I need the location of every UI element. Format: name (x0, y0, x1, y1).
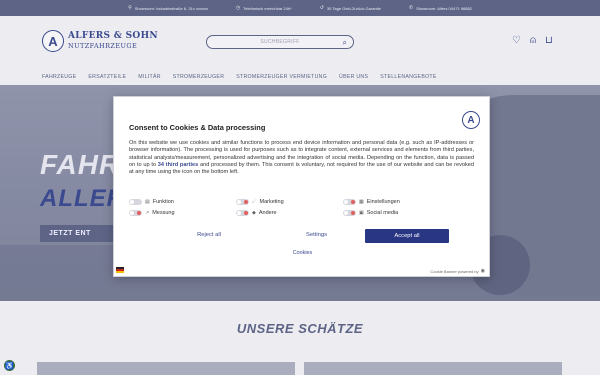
topbar-address[interactable]: ⚲ Showroom: Industriestraße 6, 31x xxxxxx (128, 5, 208, 11)
logo-subtitle: NUTZFAHRZEUGE (68, 42, 138, 51)
settings-icon: ▦ (359, 198, 364, 205)
switch[interactable] (343, 198, 356, 205)
product-card[interactable] (304, 362, 562, 375)
section-title: UNSERE SCHÄTZE (236, 321, 364, 336)
nav-item-ersatzteile[interactable]: ERSATZTEILE (88, 74, 126, 80)
third-parties-link[interactable]: 34 third parties (158, 162, 199, 168)
nav-item-stellenangebote[interactable]: STELLENANGEBOTE (380, 74, 436, 80)
consent-toggles: ▤ Funktion ☄ Marketing ▦ Einstellungen ↗ Mes… (129, 196, 474, 218)
cookie-icon: ◉ (480, 268, 485, 274)
language-flag-icon[interactable] (116, 267, 124, 273)
logo-name: ALFERS & SOHN (68, 31, 158, 42)
powered-by[interactable]: Cookie Banner powered by ◉ (430, 268, 485, 274)
social-icon: ▣ (359, 209, 364, 216)
search-input[interactable]: SUCHBEGRIFF ⌕ (206, 35, 354, 49)
search-placeholder: SUCHBEGRIFF (260, 39, 300, 45)
toggle-marketing[interactable]: ☄ Marketing (236, 198, 343, 205)
return-icon: ↺ (319, 5, 324, 11)
cookies-link[interactable]: Cookies (114, 250, 491, 256)
site-logo[interactable]: A ALFERS & SOHN NUTZFAHRZEUGE (42, 30, 158, 52)
switch[interactable] (129, 198, 142, 205)
switch[interactable] (236, 198, 249, 205)
user-icon[interactable]: ⍝ (530, 36, 536, 46)
consent-title: Consent to Cookies & Data processing (129, 123, 266, 132)
phone-icon: ✆ (408, 5, 414, 11)
site-header: A ALFERS & SOHN NUTZFAHRZEUGE SUCHBEGRIF… (0, 16, 600, 68)
toggle-social-media[interactable]: ▣ Social media (343, 209, 450, 216)
toggle-einstellungen[interactable]: ▦ Einstellungen (343, 198, 450, 205)
switch[interactable] (236, 209, 249, 216)
search-icon[interactable]: ⌕ (343, 38, 347, 48)
accessibility-icon[interactable]: ♿ (4, 360, 15, 371)
pin-icon: ⚲ (128, 5, 132, 11)
hero-title: FAHR (40, 149, 121, 180)
nav-item-vermietung[interactable]: STROMERZEUGER VERMIETUNG (236, 74, 327, 80)
logo-emblem: A (42, 30, 64, 52)
clock-icon: ◷ (235, 5, 241, 11)
nav-item-fahrzeuge[interactable]: FAHRZEUGE (42, 74, 76, 80)
toggle-andere[interactable]: ◆ Andere (236, 209, 343, 216)
switch[interactable] (129, 209, 142, 216)
top-info-bar: ⚲ Showroom: Industriestraße 6, 31x xxxxxx… (0, 0, 600, 16)
topbar-guarantee: ↺ 30 Tage Geld-Zurück-Garantie (319, 5, 381, 11)
product-card[interactable] (37, 362, 295, 375)
main-nav: FAHRZEUGE ERSATZTEILE MILITÄR STROMERZEU… (0, 68, 600, 85)
nav-item-ueber-uns[interactable]: ÜBER UNS (339, 74, 368, 80)
cookie-consent-dialog: A Consent to Cookies & Data processing O… (113, 96, 490, 277)
toggle-messung[interactable]: ↗ Messung (129, 209, 236, 216)
accept-all-button[interactable]: Accept all (365, 229, 449, 243)
topbar-phone[interactable]: ✆ Showroom: Alfers 04471 98882 (409, 5, 472, 11)
treasures-section: UNSERE SCHÄTZE (0, 301, 600, 375)
heart-icon[interactable]: ♡ (512, 36, 521, 46)
measure-icon: ↗ (145, 209, 150, 216)
list-icon: ▤ (145, 198, 150, 205)
other-icon: ◆ (252, 209, 256, 216)
switch[interactable] (343, 209, 356, 216)
cart-icon[interactable]: ⊔ (545, 36, 553, 46)
toggle-funktion[interactable]: ▤ Funktion (129, 198, 236, 205)
nav-item-stromerzeuger[interactable]: STROMERZEUGER (173, 74, 224, 80)
marketing-icon: ☄ (252, 198, 257, 205)
topbar-hours: ◷ Telefonisch erreichbar 24h* (235, 5, 292, 11)
consent-text: On this website we use cookies and simil… (129, 140, 474, 176)
consent-logo: A (462, 111, 480, 129)
nav-item-militaer[interactable]: MILITÄR (138, 74, 161, 80)
